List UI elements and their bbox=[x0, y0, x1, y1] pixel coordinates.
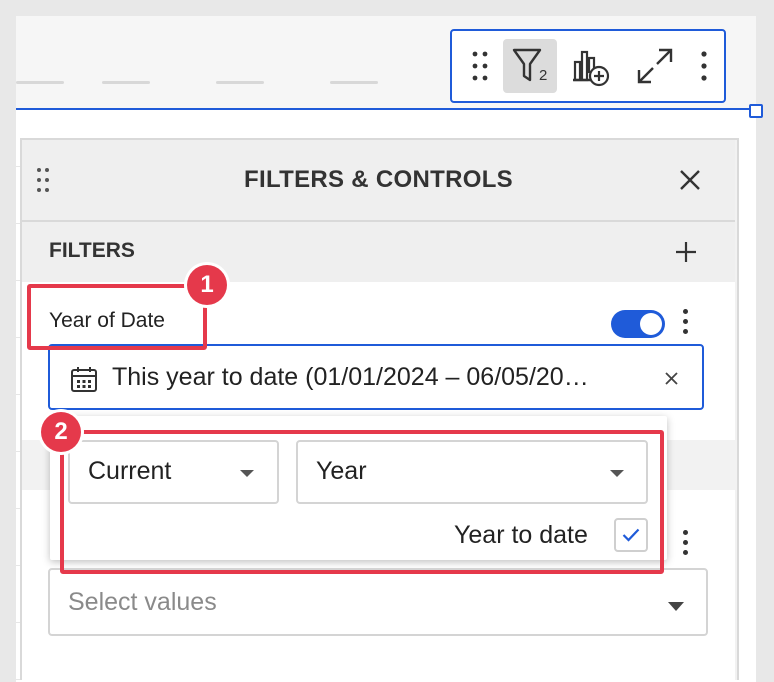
chevron-down-icon bbox=[668, 598, 684, 616]
annotation-badge-2: 2 bbox=[41, 412, 81, 452]
toggle-knob bbox=[640, 313, 662, 335]
calendar-icon bbox=[70, 365, 98, 398]
more-options-button[interactable] bbox=[690, 39, 718, 93]
filter-more-icon[interactable] bbox=[683, 530, 689, 560]
placeholder-line bbox=[216, 81, 264, 84]
add-filter-icon[interactable] bbox=[675, 241, 697, 268]
element-toolbar: 2 bbox=[450, 29, 726, 103]
more-icon bbox=[701, 51, 707, 81]
filter-more-icon[interactable] bbox=[683, 309, 689, 339]
placeholder-line bbox=[102, 81, 150, 84]
filter-count-badge: 2 bbox=[539, 67, 548, 84]
panel-title: FILTERS & CONTROLS bbox=[244, 166, 513, 193]
annotation-badge-1: 1 bbox=[187, 265, 227, 305]
resize-handle[interactable] bbox=[749, 104, 763, 118]
drag-handle-icon[interactable] bbox=[460, 39, 500, 93]
filter-enabled-toggle[interactable] bbox=[611, 310, 665, 338]
highlight-box-1 bbox=[27, 284, 207, 350]
expand-button[interactable] bbox=[628, 39, 682, 93]
expand-icon bbox=[637, 48, 673, 84]
date-range-value: This year to date (01/01/2024 – 06/05/20… bbox=[112, 363, 589, 391]
close-icon[interactable] bbox=[678, 168, 702, 197]
filter-button[interactable]: 2 bbox=[503, 39, 557, 93]
values-select-placeholder: Select values bbox=[68, 588, 217, 616]
clear-icon[interactable] bbox=[665, 372, 678, 390]
add-chart-icon bbox=[573, 50, 610, 87]
highlight-box-2 bbox=[60, 430, 664, 574]
filters-label: FILTERS bbox=[49, 239, 135, 262]
add-chart-button[interactable] bbox=[564, 39, 618, 93]
placeholder-line bbox=[330, 81, 378, 84]
placeholder-line bbox=[16, 81, 64, 84]
